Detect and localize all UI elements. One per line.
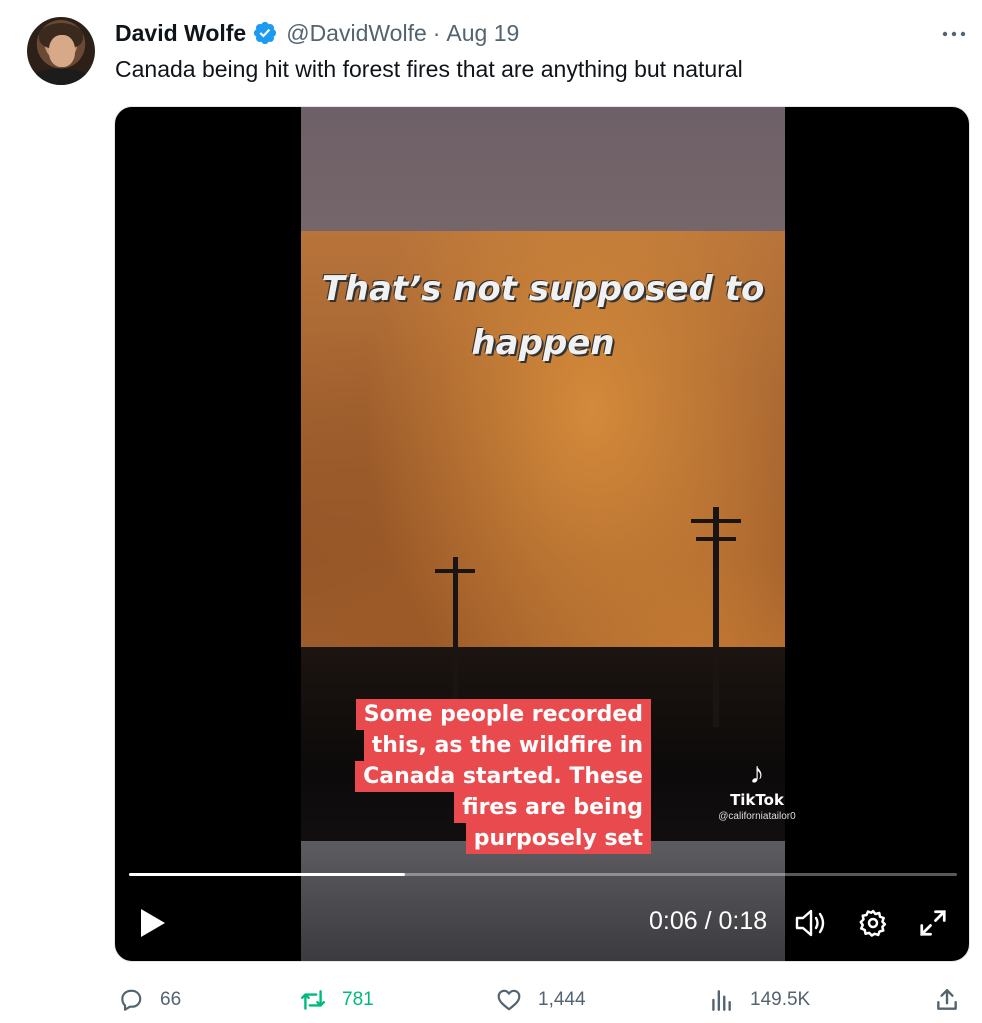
author-handle[interactable]: @DavidWolfe (286, 20, 427, 47)
video-overlay-title: That’s not supposed to happen (321, 269, 765, 363)
tiktok-watermark: ♪ TikTok @californiatailor0 (717, 757, 797, 822)
video-player[interactable]: That’s not supposed to happen Some peopl… (114, 106, 970, 962)
caption-line: fires are being (454, 792, 651, 823)
more-icon[interactable] (938, 22, 970, 46)
like-button[interactable]: 1,444 (496, 980, 586, 1020)
share-button[interactable] (934, 980, 976, 1020)
views-button[interactable]: 149.5K (708, 980, 810, 1020)
reply-button[interactable]: 66 (118, 980, 181, 1020)
tweet-date[interactable]: Aug 19 (446, 20, 519, 47)
tiktok-user: @californiatailor0 (718, 811, 796, 822)
separator-dot: · (432, 19, 441, 46)
verified-badge-icon[interactable] (252, 20, 278, 46)
tiktok-brand: TikTok (730, 791, 784, 809)
views-count: 149.5K (750, 989, 811, 1010)
author-name[interactable]: David Wolfe (115, 20, 246, 47)
tweet-actions: 66 781 1,444 149.5K (0, 980, 982, 1020)
retweet-icon (300, 990, 326, 1010)
tiktok-logo-icon: ♪ (749, 757, 765, 790)
tweet-text: Canada being hit with forest fires that … (115, 56, 743, 82)
video-progress-fill (129, 873, 405, 876)
settings-icon[interactable] (855, 905, 891, 941)
tweet-header: David Wolfe @DavidWolfe · Aug 19 (115, 18, 519, 48)
volume-icon[interactable] (793, 905, 829, 941)
retweet-button[interactable]: 781 (300, 980, 374, 1020)
caption-line: Some people recorded (355, 699, 651, 730)
retweet-count: 781 (342, 989, 374, 1010)
fullscreen-icon[interactable] (915, 905, 951, 941)
caption-line: Canada started. These (355, 761, 651, 792)
caption-line: this, as the wildfire in (363, 730, 651, 761)
video-overlay-caption: Some people recorded this, as the wildfi… (355, 699, 651, 854)
tweet: David Wolfe @DavidWolfe · Aug 19 Canada … (0, 0, 982, 1023)
reply-icon (121, 989, 142, 1011)
like-icon (497, 989, 521, 1011)
play-icon[interactable] (137, 907, 167, 939)
share-icon (937, 989, 957, 1010)
author-avatar[interactable] (27, 17, 95, 85)
like-count: 1,444 (538, 989, 586, 1010)
video-time: 0:06 / 0:18 (649, 907, 768, 935)
views-icon (712, 990, 731, 1011)
reply-count: 66 (160, 989, 182, 1010)
video-progress-bar[interactable] (129, 873, 957, 876)
caption-line: purposely set (465, 823, 651, 854)
